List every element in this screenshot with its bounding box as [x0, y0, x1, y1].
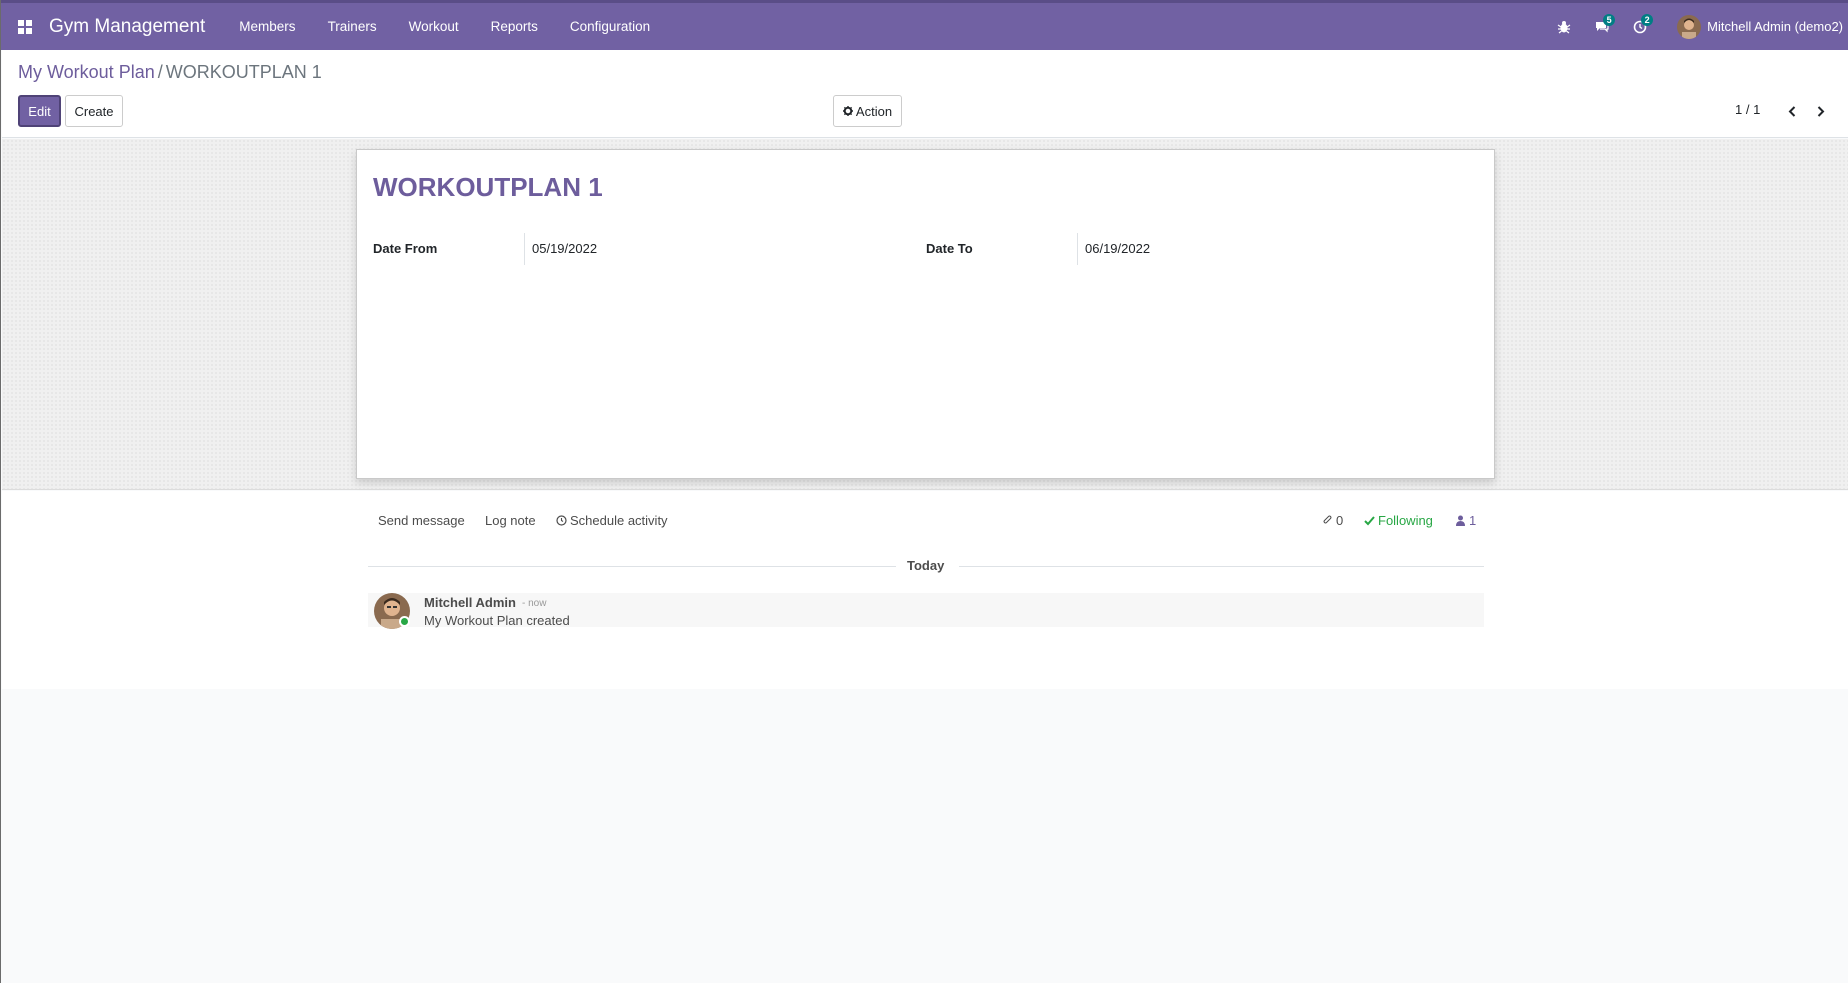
user-menu[interactable]: Mitchell Admin (demo2)	[1659, 14, 1848, 39]
log-note-button[interactable]: Log note	[485, 513, 536, 528]
create-button[interactable]: Create	[65, 95, 123, 127]
date-from-label: Date From	[373, 241, 438, 256]
edit-button[interactable]: Edit	[18, 95, 61, 127]
breadcrumb-separator: /	[157, 62, 163, 82]
date-divider-right	[959, 566, 1484, 567]
menu-trainers[interactable]: Trainers	[312, 3, 393, 50]
chevron-left-icon	[1788, 105, 1795, 117]
chatter: Send message Log note Schedule activity …	[2, 491, 1848, 689]
top-navbar: Gym Management Members Trainers Workout …	[1, 3, 1848, 50]
following-button[interactable]: Following	[1364, 513, 1433, 528]
control-panel: My Workout Plan / WORKOUTPLAN 1 Edit Creat…	[2, 50, 1848, 138]
pager-previous-button[interactable]	[1780, 95, 1804, 127]
attachments-button[interactable]: 0	[1322, 513, 1343, 528]
record-title: WORKOUTPLAN 1	[373, 172, 603, 202]
breadcrumb: My Workout Plan / WORKOUTPLAN 1	[18, 62, 322, 83]
following-label: Following	[1378, 513, 1433, 528]
send-message-button[interactable]: Send message	[378, 513, 465, 528]
date-separator: Today	[907, 558, 945, 573]
paperclip-icon	[1323, 515, 1332, 524]
menu-workout[interactable]: Workout	[393, 3, 475, 50]
date-to-label: Date To	[926, 241, 973, 256]
breadcrumb-current: WORKOUTPLAN 1	[165, 62, 322, 82]
gear-icon	[842, 106, 853, 116]
online-status-dot	[399, 616, 410, 627]
activities-badge: 2	[1641, 14, 1654, 26]
date-divider-left	[368, 566, 896, 567]
message-time: - now	[522, 598, 547, 609]
user-name: Mitchell Admin (demo2)	[1707, 19, 1843, 34]
app-brand[interactable]: Gym Management	[49, 16, 205, 38]
activities-clock-icon[interactable]: 2	[1621, 3, 1659, 50]
schedule-activity-button[interactable]: Schedule activity	[556, 513, 668, 528]
message-author[interactable]: Mitchell Admin	[424, 595, 516, 610]
messages-badge: 5	[1603, 14, 1616, 26]
action-label: Action	[855, 103, 893, 119]
apps-menu-icon[interactable]	[1, 3, 49, 50]
chatter-message: Mitchell Admin - now My Workout Plan cre…	[368, 593, 1484, 629]
breadcrumb-parent-link[interactable]: My Workout Plan	[18, 62, 155, 82]
menu-reports[interactable]: Reports	[475, 3, 554, 50]
action-dropdown-button[interactable]: Action	[833, 95, 902, 127]
pager-value[interactable]: 1 / 1	[1735, 102, 1760, 117]
form-sheet: WORKOUTPLAN 1 Date From 05/19/2022 Date …	[356, 149, 1495, 479]
date-to-value: 06/19/2022	[1077, 233, 1437, 265]
followers-button[interactable]: 1	[1455, 513, 1476, 528]
attachments-count: 0	[1336, 513, 1344, 528]
menu-configuration[interactable]: Configuration	[554, 3, 666, 50]
debug-bug-icon[interactable]	[1545, 3, 1583, 50]
user-avatar	[1677, 14, 1702, 39]
message-body: My Workout Plan created	[424, 613, 570, 628]
user-icon	[1456, 515, 1465, 526]
messages-icon[interactable]: 5	[1583, 3, 1621, 50]
date-from-value: 05/19/2022	[524, 233, 884, 265]
menu-members[interactable]: Members	[223, 3, 311, 50]
pager-next-button[interactable]	[1808, 95, 1832, 127]
chevron-right-icon	[1817, 105, 1824, 117]
clock-icon	[556, 515, 567, 526]
schedule-activity-label: Schedule activity	[570, 513, 668, 528]
followers-count: 1	[1469, 513, 1477, 528]
check-icon	[1364, 516, 1375, 526]
